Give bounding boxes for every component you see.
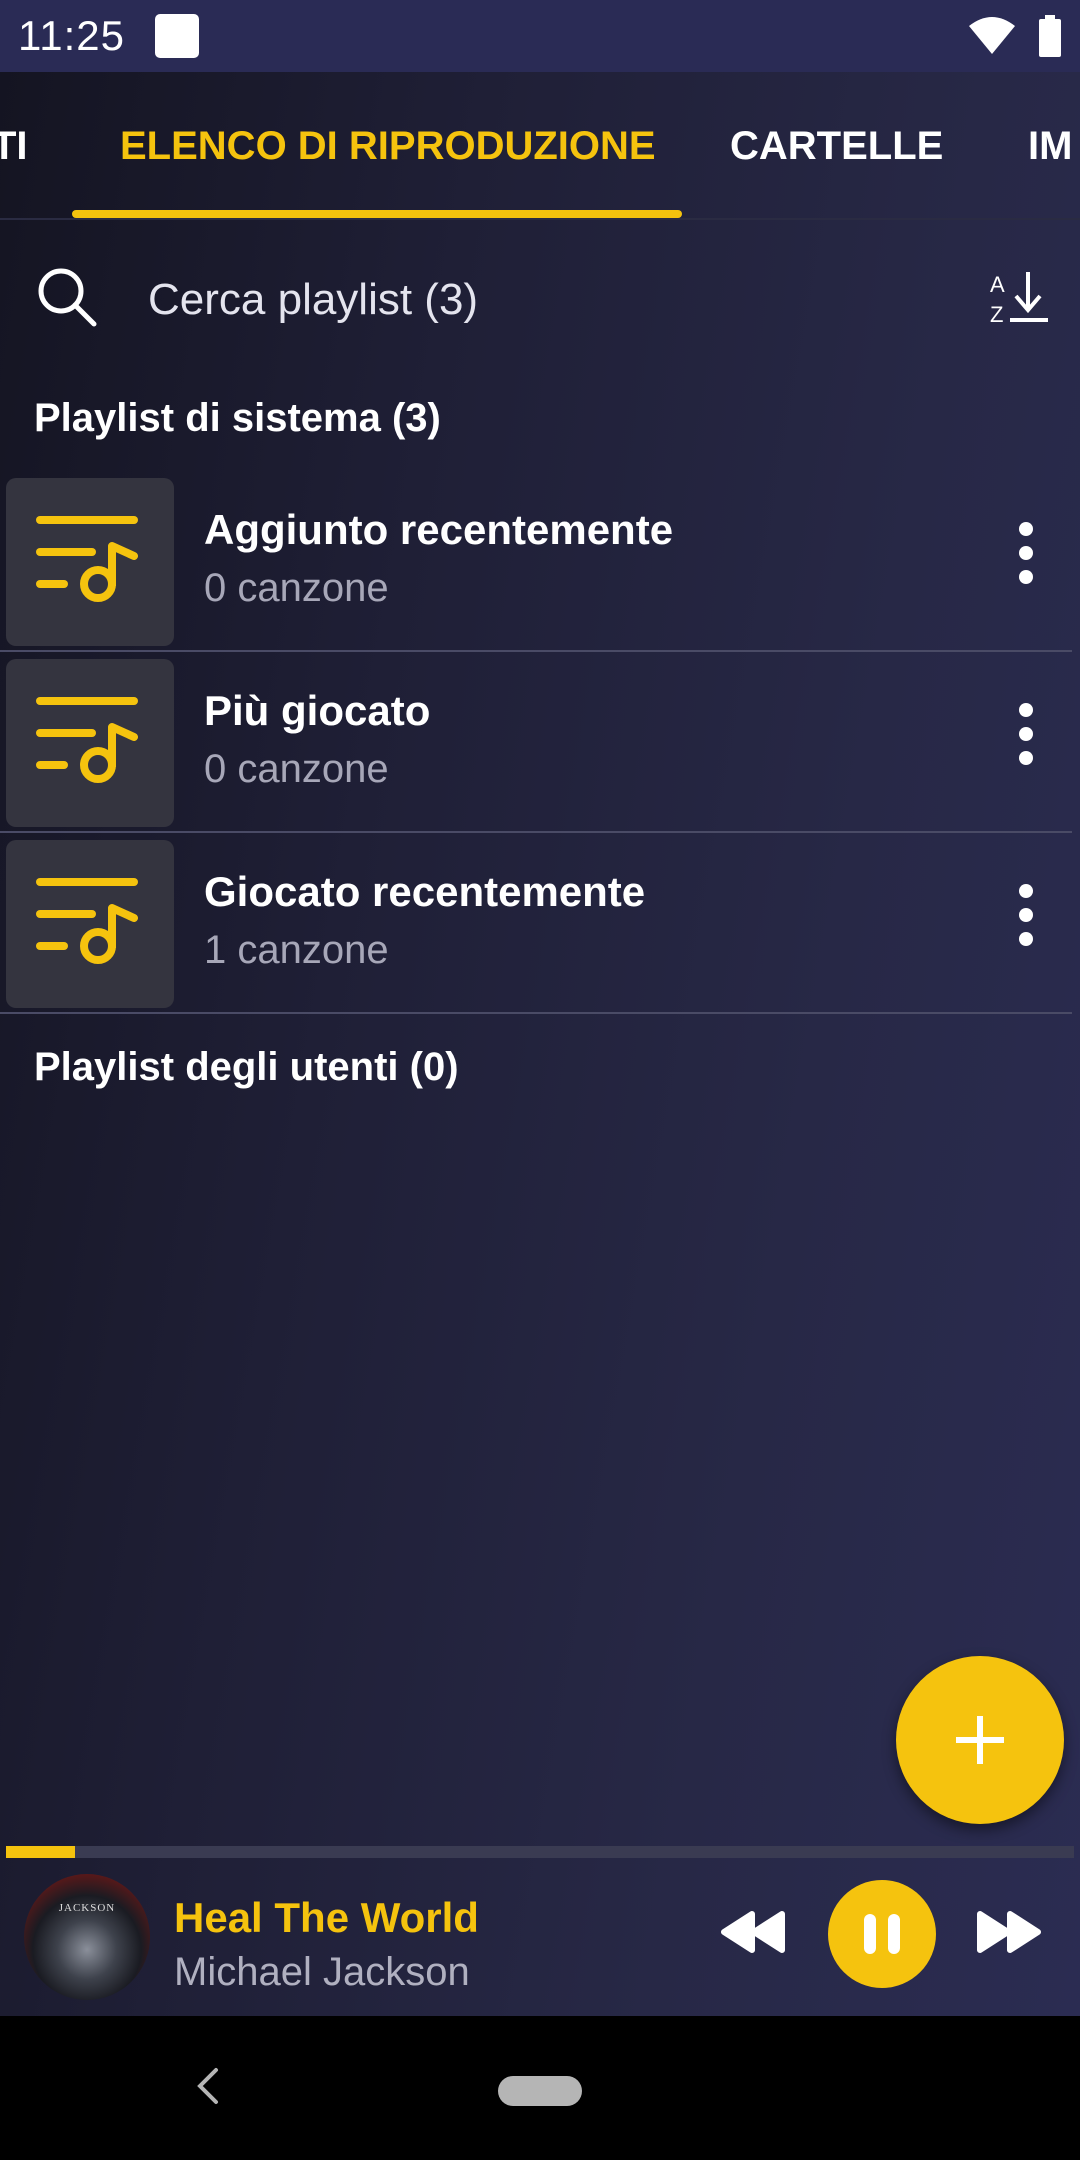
wifi-icon [968, 16, 1016, 56]
svg-text:Z: Z [990, 302, 1003, 326]
pause-button[interactable] [828, 1880, 936, 1988]
playlist-music-icon [36, 516, 138, 602]
svg-text:A: A [990, 272, 1005, 297]
playlist-thumbnail [6, 659, 174, 827]
status-icons [968, 15, 1062, 57]
playback-progress-bar[interactable] [6, 1846, 1074, 1858]
now-playing-title: Heal The World [174, 1894, 479, 1941]
playlist-row[interactable]: Aggiunto recentemente 0 canzone [0, 472, 1072, 652]
playlist-count: 0 canzone [204, 566, 389, 610]
back-icon[interactable] [196, 2066, 220, 2111]
search-input[interactable] [148, 268, 948, 332]
playlist-thumbnail [6, 478, 174, 646]
next-track-icon[interactable] [976, 1910, 1042, 1959]
sort-az-icon[interactable]: A Z [990, 270, 1048, 331]
tab-bar: TI ELENCO DI RIPRODUZIONE CARTELLE IM [0, 72, 1080, 220]
playlist-count: 0 canzone [204, 747, 389, 791]
status-bar: 11:25 [0, 0, 1080, 72]
album-art-text: JACKSON [58, 1902, 116, 1914]
playlist-count: 1 canzone [204, 928, 389, 972]
playlist-title: Più giocato [204, 687, 431, 734]
tab-playlist[interactable]: ELENCO DI RIPRODUZIONE [120, 124, 656, 169]
add-playlist-button[interactable] [896, 1656, 1064, 1824]
playlist-thumbnail [6, 840, 174, 1008]
pause-icon [864, 1914, 900, 1954]
app-screen: 11:25 TI ELENCO DI RIPRODUZIONE CARTELLE… [0, 0, 1080, 2016]
playlist-music-icon [36, 697, 138, 783]
playlist-music-icon [36, 878, 138, 964]
playlist-title: Aggiunto recentemente [204, 506, 674, 553]
battery-icon [1038, 15, 1062, 57]
tab-cartelle[interactable]: CARTELLE [730, 124, 943, 169]
playlist-row[interactable]: Giocato recentemente 1 canzone [0, 834, 1072, 1014]
more-options-icon[interactable] [1008, 884, 1044, 964]
tab-impostazioni[interactable]: IM [1028, 124, 1072, 169]
notification-icon [155, 14, 199, 58]
active-tab-indicator [72, 210, 682, 218]
system-playlists-heading: Playlist di sistema (3) [34, 396, 441, 440]
search-bar: A Z [0, 230, 1080, 370]
status-time: 11:25 [18, 12, 125, 59]
album-art[interactable]: JACKSON [24, 1874, 150, 2000]
previous-track-icon[interactable] [720, 1910, 786, 1959]
more-options-icon[interactable] [1008, 522, 1044, 602]
search-icon[interactable] [36, 266, 98, 333]
now-playing-artist: Michael Jackson [174, 1950, 470, 1994]
mini-player[interactable]: JACKSON Heal The World Michael Jackson [0, 1858, 1080, 2016]
tab-brani[interactable]: TI [0, 124, 28, 169]
plus-icon [956, 1716, 1004, 1764]
home-pill-icon[interactable] [498, 2076, 582, 2106]
user-playlists-heading: Playlist degli utenti (0) [34, 1045, 459, 1089]
playback-progress-fill [6, 1846, 76, 1858]
system-nav-bar [0, 2016, 1080, 2160]
playlist-title: Giocato recentemente [204, 868, 646, 915]
playlist-row[interactable]: Più giocato 0 canzone [0, 653, 1072, 833]
more-options-icon[interactable] [1008, 703, 1044, 783]
